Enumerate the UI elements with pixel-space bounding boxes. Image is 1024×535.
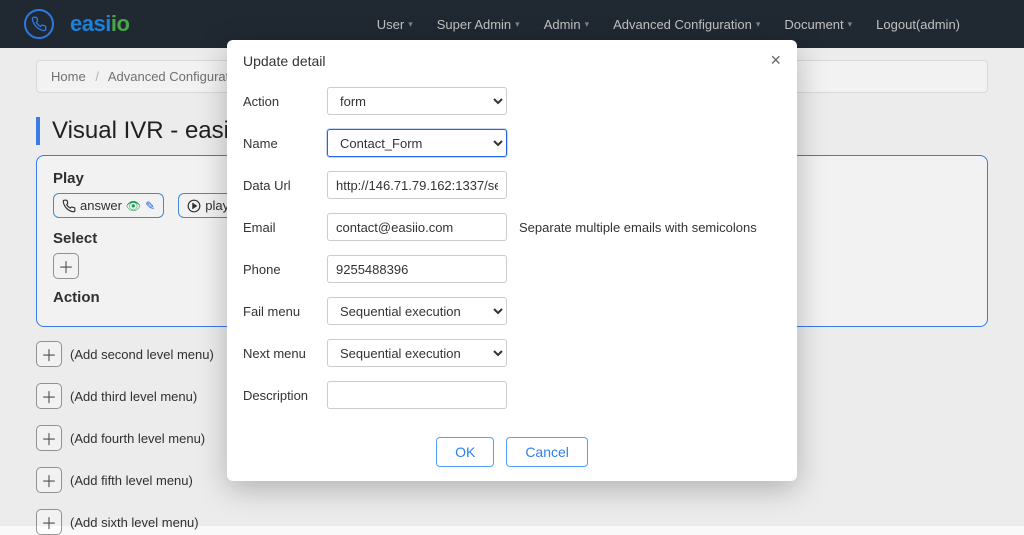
cancel-button[interactable]: Cancel xyxy=(506,437,588,467)
description-label: Description xyxy=(243,388,327,403)
name-select[interactable]: Contact_Form xyxy=(327,129,507,157)
next-menu-select[interactable]: Sequential execution xyxy=(327,339,507,367)
update-detail-modal: Update detail × Action form Name Contact… xyxy=(227,40,797,481)
close-icon[interactable]: × xyxy=(770,50,781,71)
name-label: Name xyxy=(243,136,327,151)
fail-menu-label: Fail menu xyxy=(243,304,327,319)
modal-body: Action form Name Contact_Form Data Url E… xyxy=(227,81,797,427)
next-menu-label: Next menu xyxy=(243,346,327,361)
ok-button[interactable]: OK xyxy=(436,437,494,467)
phone-label: Phone xyxy=(243,262,327,277)
modal-title: Update detail xyxy=(243,53,326,69)
modal-header: Update detail × xyxy=(227,40,797,81)
description-input[interactable] xyxy=(327,381,507,409)
action-select[interactable]: form xyxy=(327,87,507,115)
action-label: Action xyxy=(243,94,327,109)
email-hint: Separate multiple emails with semicolons xyxy=(519,220,757,235)
data-url-label: Data Url xyxy=(243,178,327,193)
email-label: Email xyxy=(243,220,327,235)
data-url-input[interactable] xyxy=(327,171,507,199)
email-input[interactable] xyxy=(327,213,507,241)
phone-input[interactable] xyxy=(327,255,507,283)
fail-menu-select[interactable]: Sequential execution xyxy=(327,297,507,325)
modal-footer: OK Cancel xyxy=(227,437,797,467)
